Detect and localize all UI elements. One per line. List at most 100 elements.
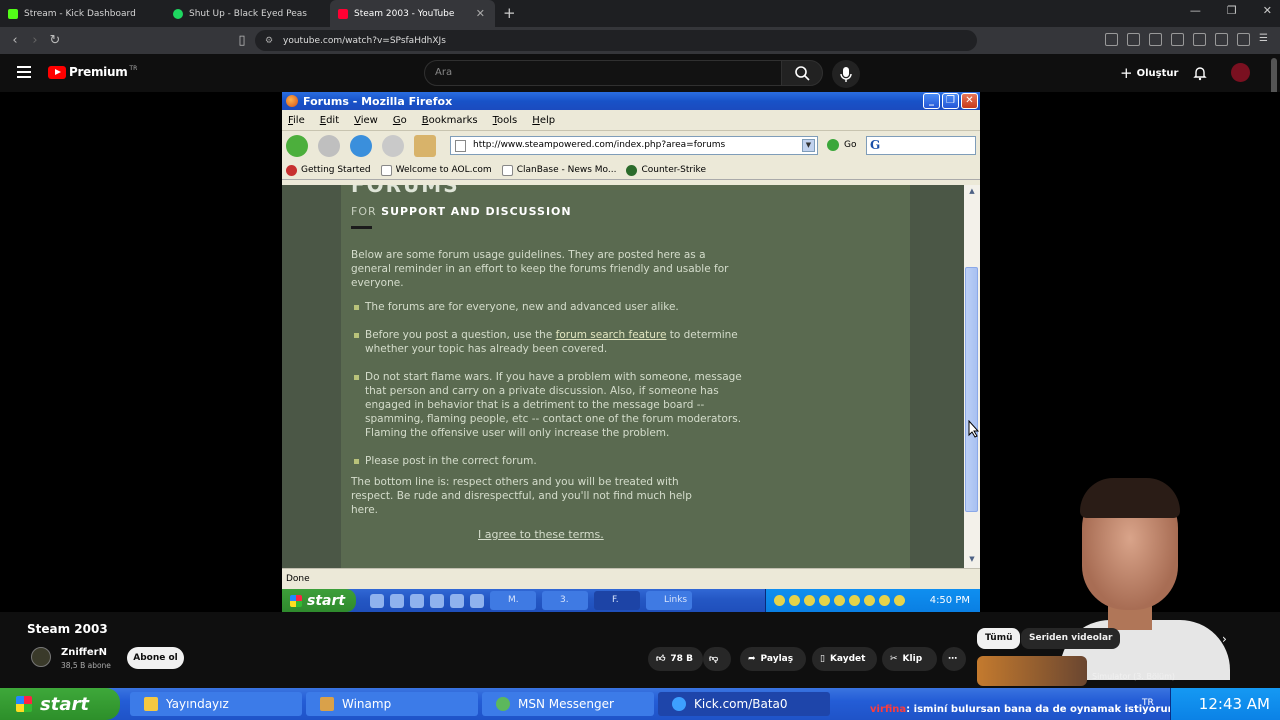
ff-search-input[interactable]: G bbox=[866, 136, 976, 155]
ff-go-button[interactable]: Go bbox=[827, 139, 856, 151]
tray-icon[interactable] bbox=[834, 595, 845, 606]
close-tab-icon[interactable]: ✕ bbox=[476, 7, 485, 20]
maximize-icon[interactable]: ❐ bbox=[1227, 4, 1237, 17]
clip-button[interactable]: ✂ Klip bbox=[882, 647, 937, 671]
dislike-button[interactable]: 👎︎ bbox=[703, 647, 731, 671]
minimize-icon[interactable]: — bbox=[1190, 4, 1201, 17]
xp-start-button[interactable]: start bbox=[282, 589, 356, 612]
language-indicator[interactable]: TR bbox=[1142, 698, 1154, 708]
taskbar-item-folder[interactable]: Yayındayız bbox=[130, 692, 302, 716]
tray-icon[interactable] bbox=[894, 595, 905, 606]
account-avatar[interactable] bbox=[1231, 63, 1250, 82]
menu-file[interactable]: File bbox=[288, 115, 305, 126]
tray-icon[interactable] bbox=[849, 595, 860, 606]
save-button[interactable]: ▯ Kaydet bbox=[812, 647, 877, 671]
menu-go[interactable]: Go bbox=[393, 115, 407, 126]
menu-icon[interactable]: ☰ bbox=[1259, 33, 1272, 46]
tray-icon[interactable] bbox=[819, 595, 830, 606]
vpn-icon[interactable] bbox=[1237, 33, 1250, 46]
quicklaunch-icon[interactable] bbox=[370, 593, 384, 608]
menu-tools[interactable]: Tools bbox=[493, 115, 518, 126]
ff-reload-icon[interactable] bbox=[350, 135, 372, 157]
menu-view[interactable]: View bbox=[354, 115, 378, 126]
bookmark-aol[interactable]: Welcome to AOL.com bbox=[380, 164, 492, 176]
share-button[interactable]: ➦ Paylaş bbox=[740, 647, 806, 671]
xp-restore-icon[interactable]: ❐ bbox=[942, 93, 959, 109]
tab-spotify[interactable]: Shut Up - Black Eyed Peas bbox=[165, 0, 330, 27]
tab-kick-dashboard[interactable]: Stream - Kick Dashboard bbox=[0, 0, 165, 27]
notifications-bell-icon[interactable] bbox=[1192, 65, 1208, 81]
extension-icon[interactable] bbox=[1127, 33, 1140, 46]
ff-url-field[interactable]: http://www.steampowered.com/index.php?ar… bbox=[450, 136, 818, 155]
scroll-down-icon[interactable]: ▼ bbox=[966, 555, 978, 566]
menu-edit[interactable]: Edit bbox=[320, 115, 339, 126]
ff-back-icon[interactable] bbox=[286, 135, 308, 157]
url-field[interactable]: ⚙ youtube.com/watch?v=SPsfaHdhXJs bbox=[255, 30, 977, 51]
tab-youtube[interactable]: Steam 2003 - YouTube ✕ bbox=[330, 0, 495, 27]
sidebar-icon[interactable] bbox=[1171, 33, 1184, 46]
recommended-thumbnail[interactable] bbox=[977, 656, 1087, 686]
xp-task-item[interactable]: Links bbox=[646, 591, 692, 610]
download-icon[interactable] bbox=[1149, 33, 1162, 46]
ff-stop-icon[interactable] bbox=[382, 135, 404, 157]
bookmark-clanbase[interactable]: ClanBase - News Mo... bbox=[501, 164, 616, 176]
content-scrollbar[interactable]: ▲ ▼ bbox=[964, 185, 980, 568]
quicklaunch-icon[interactable] bbox=[410, 593, 424, 608]
quicklaunch-icon[interactable] bbox=[390, 593, 404, 608]
bookmark-getting-started[interactable]: Getting Started bbox=[286, 164, 371, 176]
taskbar-item-msn[interactable]: MSN Messenger bbox=[482, 692, 654, 716]
quicklaunch-icon[interactable] bbox=[470, 593, 484, 608]
ff-forward-icon[interactable] bbox=[318, 135, 340, 157]
chip-all[interactable]: Tümü bbox=[977, 628, 1021, 649]
xp-task-item-firefox[interactable]: F. bbox=[594, 591, 640, 610]
taskbar-item-winamp[interactable]: Winamp bbox=[306, 692, 478, 716]
ai-icon[interactable] bbox=[1215, 33, 1228, 46]
extension-icon[interactable] bbox=[1105, 33, 1118, 46]
site-info-icon[interactable]: ⚙ bbox=[265, 36, 277, 46]
xp-task-item[interactable]: M. bbox=[490, 591, 536, 610]
forum-search-link[interactable]: forum search feature bbox=[556, 329, 667, 341]
xp-minimize-icon[interactable]: _ bbox=[923, 93, 940, 109]
like-button[interactable]: 👍︎ 78 B bbox=[648, 647, 703, 671]
youtube-logo[interactable]: Premium TR bbox=[48, 65, 137, 79]
host-start-button[interactable]: start bbox=[0, 688, 120, 720]
forward-icon[interactable]: › bbox=[25, 33, 45, 48]
tray-icon[interactable] bbox=[789, 595, 800, 606]
tray-icon[interactable] bbox=[804, 595, 815, 606]
chip-series[interactable]: Seriden videolar bbox=[1021, 628, 1121, 649]
hamburger-menu-icon[interactable] bbox=[17, 66, 31, 81]
channel-name[interactable]: ZnifferN bbox=[61, 647, 107, 658]
recommended-title[interactable]: Simulator (3. Bölüm) bbox=[1092, 672, 1175, 681]
ff-home-icon[interactable] bbox=[414, 135, 436, 157]
scrollbar-thumb[interactable] bbox=[965, 267, 978, 512]
menu-bookmarks[interactable]: Bookmarks bbox=[422, 115, 478, 126]
tray-icon[interactable] bbox=[879, 595, 890, 606]
back-icon[interactable]: ‹ bbox=[5, 33, 25, 48]
search-input[interactable]: Ara bbox=[424, 60, 782, 86]
subscribe-button[interactable]: Abone ol bbox=[127, 647, 184, 669]
url-dropdown-icon[interactable]: ▼ bbox=[802, 139, 815, 152]
reload-icon[interactable]: ↻ bbox=[45, 33, 65, 48]
bookmark-counter-strike[interactable]: Counter-Strike bbox=[626, 164, 706, 176]
xp-close-icon[interactable]: ✕ bbox=[961, 93, 978, 109]
quicklaunch-icon[interactable] bbox=[430, 593, 444, 608]
agree-terms-link[interactable]: I agree to these terms. bbox=[478, 528, 604, 541]
create-button[interactable]: + Oluştur bbox=[1120, 64, 1178, 82]
scroll-up-icon[interactable]: ▲ bbox=[966, 187, 978, 198]
bookmark-icon[interactable]: ▯ bbox=[232, 33, 252, 48]
menu-help[interactable]: Help bbox=[532, 115, 555, 126]
chips-next-icon[interactable]: › bbox=[1222, 632, 1227, 646]
new-tab-icon[interactable]: + bbox=[503, 0, 516, 27]
quicklaunch-icon[interactable] bbox=[450, 593, 464, 608]
taskbar-item-kick[interactable]: Kick.com/Bata0 bbox=[658, 692, 830, 716]
tray-icon[interactable] bbox=[864, 595, 875, 606]
channel-avatar[interactable] bbox=[31, 647, 51, 667]
xp-task-item[interactable]: 3. bbox=[542, 591, 588, 610]
more-actions-button[interactable]: ⋯ bbox=[942, 647, 966, 671]
wallet-icon[interactable] bbox=[1193, 33, 1206, 46]
close-window-icon[interactable]: ✕ bbox=[1263, 4, 1272, 17]
xp-clock: 4:50 PM bbox=[929, 595, 970, 606]
search-button[interactable] bbox=[781, 60, 823, 86]
tray-icon[interactable] bbox=[774, 595, 785, 606]
voice-search-button[interactable] bbox=[832, 60, 860, 88]
